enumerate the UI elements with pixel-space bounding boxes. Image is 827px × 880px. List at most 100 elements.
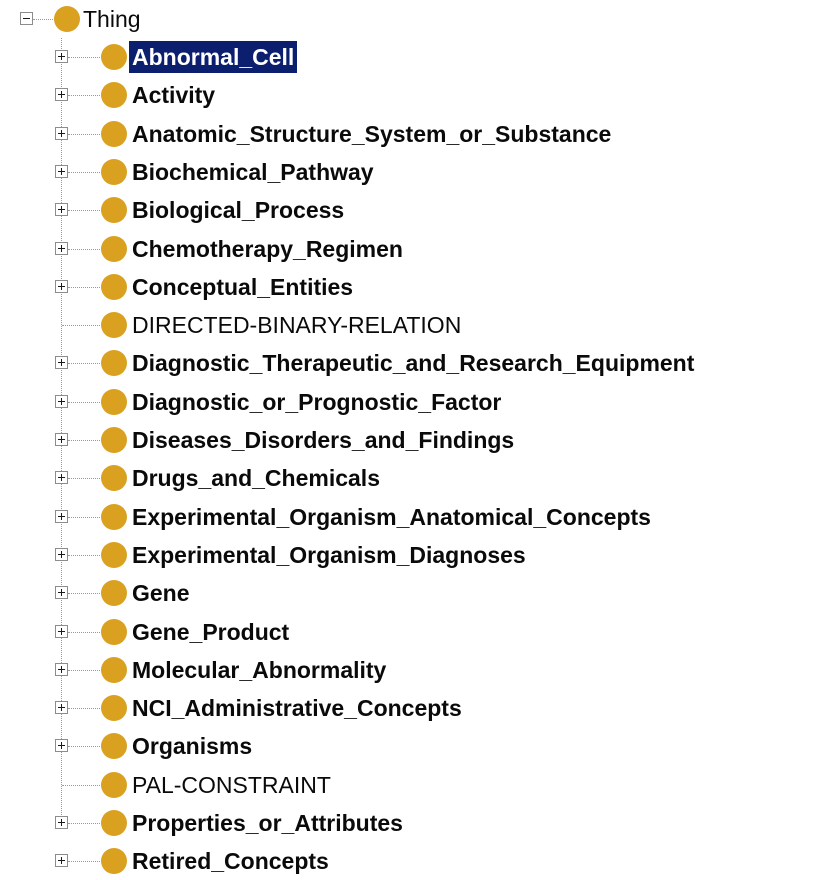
tree-node-label[interactable]: Chemotherapy_Regimen: [129, 233, 406, 265]
expand-toggle-icon[interactable]: [55, 624, 68, 638]
tree-node[interactable]: Properties_or_Attributes: [0, 804, 827, 842]
collapse-toggle-icon[interactable]: [20, 12, 33, 25]
tree-connector: [68, 478, 100, 480]
class-icon: [101, 312, 127, 339]
class-icon: [101, 427, 127, 453]
expand-toggle-icon[interactable]: [55, 394, 68, 408]
tree-node[interactable]: Diagnostic_Therapeutic_and_Research_Equi…: [0, 344, 827, 382]
tree-connector: [68, 210, 100, 212]
tree-node[interactable]: Abnormal_Cell: [0, 38, 827, 76]
expand-toggle-icon[interactable]: [55, 126, 68, 140]
tree-node-label[interactable]: NCI_Administrative_Concepts: [129, 692, 465, 724]
expand-toggle-icon[interactable]: [55, 279, 68, 293]
tree-node[interactable]: Anatomic_Structure_System_or_Substance: [0, 115, 827, 153]
expand-toggle-icon[interactable]: [55, 164, 68, 178]
class-icon: [101, 503, 127, 530]
class-icon: [101, 618, 127, 645]
tree-node[interactable]: Activity: [0, 76, 827, 114]
tree-node[interactable]: Conceptual_Entities: [0, 268, 827, 306]
tree-connector: [68, 401, 100, 403]
tree-connector: [68, 133, 100, 135]
expand-toggle-icon[interactable]: [55, 88, 68, 102]
tree-node-label[interactable]: Activity: [129, 79, 218, 111]
expand-toggle-icon[interactable]: [55, 739, 68, 753]
tree-node-label[interactable]: Gene_Product: [129, 616, 292, 648]
tree-node-label[interactable]: Experimental_Organism_Diagnoses: [129, 539, 529, 571]
tree-connector: [68, 593, 100, 595]
tree-node-label[interactable]: Biochemical_Pathway: [129, 156, 377, 188]
expand-toggle-icon[interactable]: [55, 854, 68, 868]
tree-connector: [68, 440, 100, 441]
tree-node-label[interactable]: Experimental_Organism_Anatomical_Concept…: [129, 501, 654, 533]
expand-toggle-icon[interactable]: [55, 356, 68, 370]
tree-node[interactable]: Organisms: [0, 727, 827, 765]
tree-node[interactable]: Experimental_Organism_Diagnoses: [0, 536, 827, 574]
expand-toggle-icon[interactable]: [55, 433, 68, 446]
expand-toggle-icon[interactable]: [55, 241, 68, 255]
class-icon: [101, 656, 127, 683]
class-icon: [101, 848, 127, 875]
tree-node-label[interactable]: Conceptual_Entities: [129, 271, 356, 303]
tree-node-label[interactable]: Drugs_and_Chemicals: [129, 462, 383, 494]
tree-node[interactable]: Gene: [0, 574, 827, 612]
tree-connector: [68, 708, 100, 710]
expand-toggle-icon[interactable]: [55, 471, 68, 485]
expand-toggle-icon[interactable]: [55, 662, 68, 676]
tree-node[interactable]: Chemotherapy_Regimen: [0, 230, 827, 268]
tree-node-label[interactable]: DIRECTED-BINARY-RELATION: [129, 309, 464, 341]
tree-node[interactable]: Biochemical_Pathway: [0, 153, 827, 191]
tree-node-label[interactable]: Properties_or_Attributes: [129, 807, 406, 839]
tree-node[interactable]: Drugs_and_Chemicals: [0, 459, 827, 497]
tree-node[interactable]: DIRECTED-BINARY-RELATION: [0, 306, 827, 344]
tree-node[interactable]: Experimental_Organism_Anatomical_Concept…: [0, 498, 827, 536]
class-icon: [101, 580, 127, 607]
tree-connector: [68, 823, 100, 824]
expand-toggle-icon[interactable]: [55, 547, 68, 561]
tree-node-label[interactable]: Diagnostic_or_Prognostic_Factor: [129, 386, 504, 418]
tree-node-label[interactable]: Organisms: [129, 730, 255, 762]
tree-connector: [68, 57, 100, 58]
tree-node-label[interactable]: Abnormal_Cell: [129, 41, 298, 73]
tree-node[interactable]: Retired_Concepts: [0, 842, 827, 880]
class-icon: [101, 44, 127, 70]
tree-root-label[interactable]: Thing: [80, 3, 144, 35]
tree-node[interactable]: Diseases_Disorders_and_Findings: [0, 421, 827, 459]
tree-connector: [62, 784, 100, 786]
expand-toggle-icon[interactable]: [55, 586, 68, 600]
class-icon: [101, 733, 127, 760]
tree-connector: [68, 669, 100, 671]
tree-node[interactable]: NCI_Administrative_Concepts: [0, 689, 827, 727]
tree-connector: [68, 554, 100, 556]
tree-connector: [68, 746, 100, 748]
tree-node-label[interactable]: Diseases_Disorders_and_Findings: [129, 424, 517, 456]
tree-node-label[interactable]: Molecular_Abnormality: [129, 654, 389, 686]
tree-node[interactable]: PAL-CONSTRAINT: [0, 766, 827, 804]
class-icon: [101, 273, 127, 300]
class-icon: [101, 541, 127, 568]
tree-connector: [68, 516, 100, 518]
tree-node[interactable]: Biological_Process: [0, 191, 827, 229]
expand-toggle-icon[interactable]: [55, 701, 68, 715]
tree-node-label[interactable]: PAL-CONSTRAINT: [129, 769, 334, 801]
tree-node-label[interactable]: Gene: [129, 577, 193, 609]
tree-node-label[interactable]: Anatomic_Structure_System_or_Substance: [129, 118, 614, 150]
class-icon: [101, 810, 127, 836]
tree-node[interactable]: Diagnostic_or_Prognostic_Factor: [0, 383, 827, 421]
tree-node[interactable]: Gene_Product: [0, 613, 827, 651]
tree-node-label[interactable]: Diagnostic_Therapeutic_and_Research_Equi…: [129, 347, 697, 379]
tree-connector: [68, 631, 100, 633]
class-icon: [101, 235, 127, 262]
expand-toggle-icon[interactable]: [55, 50, 68, 63]
class-hierarchy-tree: Thing Abnormal_Cell Activity Anatomic_Stru…: [0, 0, 827, 875]
class-icon: [101, 82, 127, 109]
tree-node-label[interactable]: Retired_Concepts: [129, 845, 332, 877]
tree-connector: [33, 19, 53, 20]
tree-connector: [68, 861, 100, 863]
tree-root-node[interactable]: Thing: [0, 0, 827, 38]
class-icon: [101, 350, 127, 377]
expand-toggle-icon[interactable]: [55, 816, 68, 829]
tree-node-label[interactable]: Biological_Process: [129, 194, 347, 226]
expand-toggle-icon[interactable]: [55, 203, 68, 217]
tree-node[interactable]: Molecular_Abnormality: [0, 651, 827, 689]
expand-toggle-icon[interactable]: [55, 509, 68, 523]
